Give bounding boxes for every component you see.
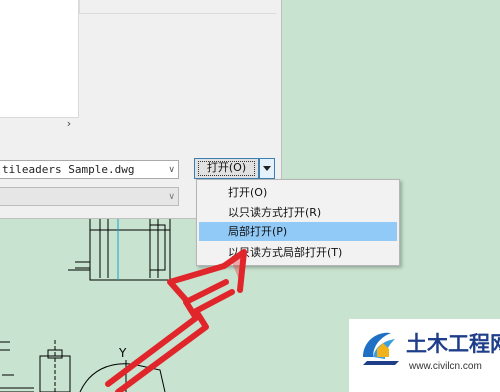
site-watermark: 土木工程网 www.civilcn.com xyxy=(349,319,500,392)
open-button-label: 打开(O) xyxy=(206,161,247,174)
axis-y-label: Y xyxy=(118,346,127,360)
preview-panel xyxy=(79,0,276,14)
chevron-down-icon[interactable]: ∨ xyxy=(168,163,175,177)
menu-item-open[interactable]: 打开(O) xyxy=(199,183,397,202)
civilcn-logo-icon xyxy=(363,332,399,365)
file-list-pane[interactable] xyxy=(0,0,79,118)
menu-item-label: 以只读方式局部打开(T) xyxy=(228,246,343,259)
menu-item-open-readonly[interactable]: 以只读方式打开(R) xyxy=(199,203,397,222)
menu-item-partial-open[interactable]: 局部打开(P) xyxy=(199,222,397,241)
open-options-dropdown-button[interactable] xyxy=(259,158,275,179)
menu-item-label: 打开(O) xyxy=(228,186,268,199)
open-button[interactable]: 打开(O) xyxy=(194,158,259,179)
open-options-menu: 打开(O) 以只读方式打开(R) 局部打开(P) 以只读方式局部打开(T) xyxy=(196,179,400,266)
scroll-right-icon[interactable]: › xyxy=(63,117,75,131)
filename-value: tileaders Sample.dwg xyxy=(2,163,135,176)
watermark-url: www.civilcn.com xyxy=(409,361,482,372)
file-type-select[interactable]: ∨ xyxy=(0,187,179,206)
caret-down-icon xyxy=(263,166,271,171)
menu-item-label: 局部打开(P) xyxy=(228,225,288,238)
menu-item-label: 以只读方式打开(R) xyxy=(228,206,322,219)
chevron-down-icon[interactable]: ∨ xyxy=(168,190,175,204)
filename-input[interactable]: tileaders Sample.dwg ∨ xyxy=(0,160,179,179)
menu-item-partial-open-readonly[interactable]: 以只读方式局部打开(T) xyxy=(199,243,397,262)
watermark-title: 土木工程网 xyxy=(406,332,500,356)
